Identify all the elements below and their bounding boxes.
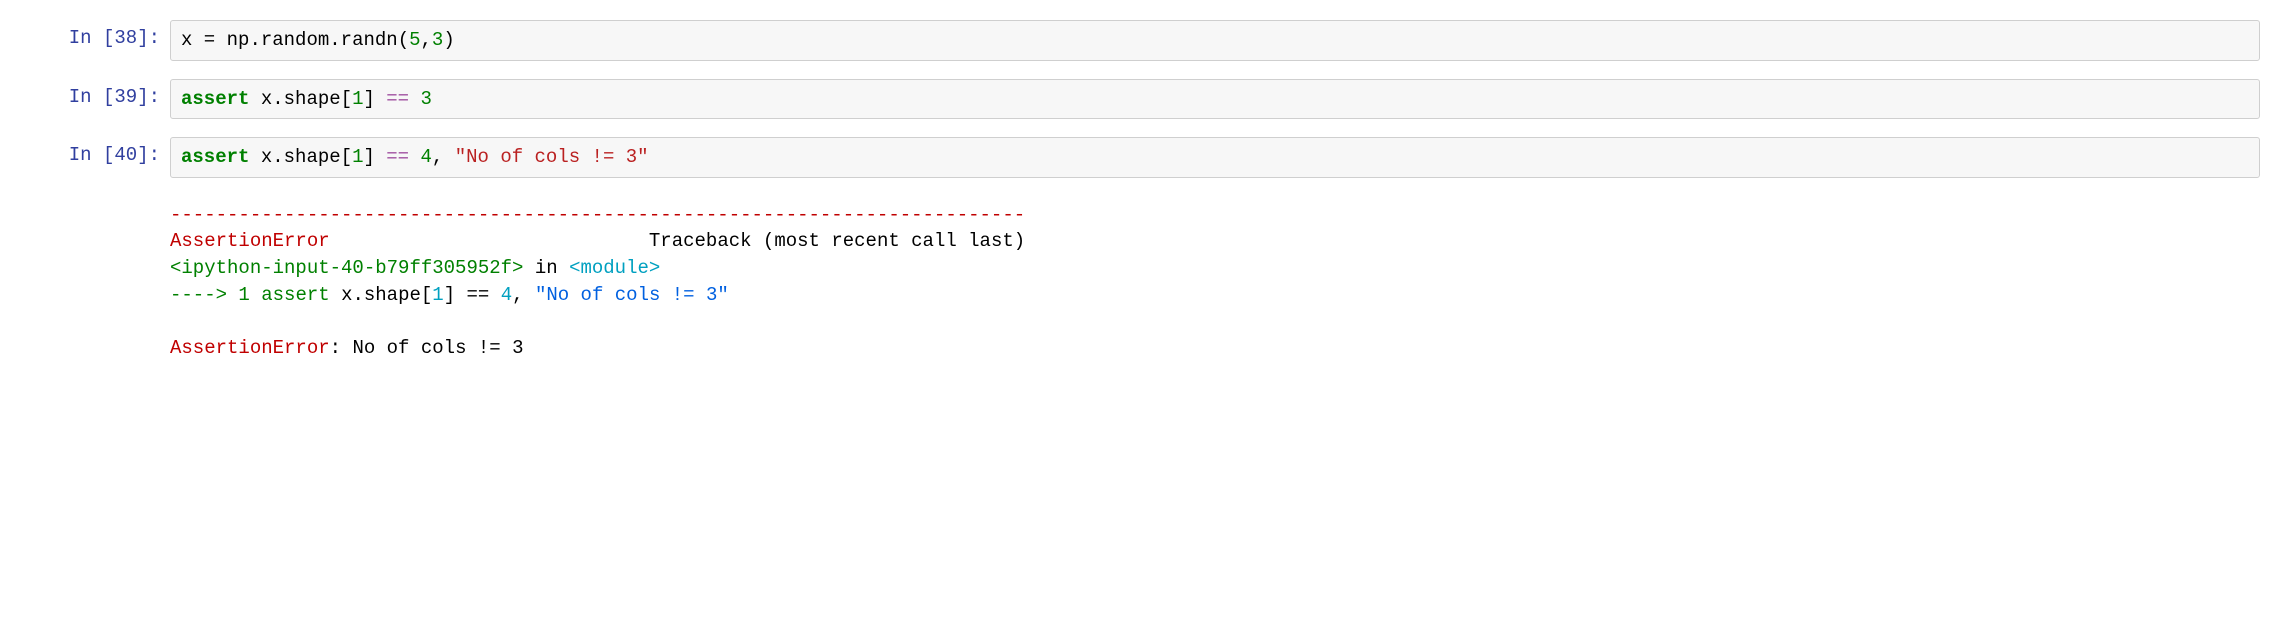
prompt-number: 40 [114, 144, 137, 166]
code-token-lparen: ( [398, 29, 409, 51]
code-token-space [249, 88, 260, 110]
traceback-in-word: in [523, 257, 569, 279]
traceback-attr: shape [364, 284, 421, 306]
output-cell: ----------------------------------------… [30, 196, 2260, 368]
code-token-keyword: assert [181, 146, 249, 168]
code-input[interactable]: assert x.shape[1] == 4, "No of cols != 3… [170, 137, 2260, 178]
code-token-dot: . [272, 88, 283, 110]
traceback-spacing [330, 230, 649, 252]
code-token-number: 4 [421, 146, 432, 168]
code-input[interactable]: assert x.shape[1] == 3 [170, 79, 2260, 120]
traceback-rbracket: ] [444, 284, 455, 306]
code-cell: In [40]: assert x.shape[1] == 4, "No of … [30, 137, 2260, 178]
prompt-in-label: In [69, 86, 103, 108]
traceback-dot: . [352, 284, 363, 306]
code-token-number: 1 [352, 88, 363, 110]
prompt-number: 39 [114, 86, 137, 108]
traceback-space [489, 284, 500, 306]
traceback-comma: , [512, 284, 535, 306]
prompt-number: 38 [114, 27, 137, 49]
traceback-final-message: No of cols != 3 [352, 337, 523, 359]
traceback-index: 1 [432, 284, 443, 306]
code-token-dot: . [329, 29, 340, 51]
code-token-lbracket: [ [341, 88, 352, 110]
prompt-bracket-open: [ [103, 27, 114, 49]
traceback-separator: ----------------------------------------… [170, 204, 1025, 226]
input-prompt: In [39]: [30, 79, 170, 120]
traceback-value: 4 [501, 284, 512, 306]
code-token-number: 1 [352, 146, 363, 168]
prompt-bracket-close: ]: [137, 86, 160, 108]
code-token-rbracket: ] [363, 88, 374, 110]
traceback-space [455, 284, 466, 306]
traceback-output: ----------------------------------------… [170, 196, 2260, 368]
traceback-source-ref: <ipython-input-40-b79ff305952f> [170, 257, 523, 279]
prompt-bracket-open: [ [103, 144, 114, 166]
code-token-var: x [261, 88, 272, 110]
code-token-attr: shape [284, 146, 341, 168]
prompt-bracket-close: ]: [137, 27, 160, 49]
code-token-dot: . [249, 29, 260, 51]
code-token-var: x [261, 146, 272, 168]
code-token-compare: == [386, 146, 409, 168]
code-cell: In [38]: x = np.random.randn(5,3) [30, 20, 2260, 61]
code-token-number: 3 [432, 29, 443, 51]
traceback-module: <module> [569, 257, 660, 279]
code-input[interactable]: x = np.random.randn(5,3) [170, 20, 2260, 61]
code-token-space [375, 88, 386, 110]
code-token-number: 3 [421, 88, 432, 110]
traceback-space [330, 284, 341, 306]
prompt-bracket-open: [ [103, 86, 114, 108]
code-token-lbracket: [ [341, 146, 352, 168]
input-prompt: In [38]: [30, 20, 170, 61]
traceback-arrow: ----> 1 [170, 284, 250, 306]
code-token-comma: , [421, 29, 432, 51]
traceback-final-error: AssertionError [170, 337, 330, 359]
code-token-space [375, 146, 386, 168]
code-token-space [249, 146, 260, 168]
prompt-in-label: In [69, 144, 103, 166]
output-prompt-empty [30, 196, 170, 368]
code-token-keyword: assert [181, 88, 249, 110]
traceback-message-string: "No of cols != 3" [535, 284, 729, 306]
traceback-final-colon: : [330, 337, 353, 359]
traceback-keyword: assert [261, 284, 329, 306]
traceback-var: x [341, 284, 352, 306]
code-cell: In [39]: assert x.shape[1] == 3 [30, 79, 2260, 120]
input-prompt: In [40]: [30, 137, 170, 178]
code-token-var: x [181, 29, 192, 51]
code-token-dot: . [272, 146, 283, 168]
code-token-module: np [227, 29, 250, 51]
code-token-rbracket: ] [363, 146, 374, 168]
code-token-number: 5 [409, 29, 420, 51]
code-token-attr: randn [341, 29, 398, 51]
code-token-comma: , [432, 146, 455, 168]
code-token-attr: random [261, 29, 329, 51]
traceback-header-right: Traceback (most recent call last) [649, 230, 1025, 252]
prompt-bracket-close: ]: [137, 144, 160, 166]
prompt-in-label: In [69, 27, 103, 49]
code-token-compare: == [386, 88, 409, 110]
traceback-space [250, 284, 261, 306]
traceback-compare: == [467, 284, 490, 306]
code-token-space [409, 88, 420, 110]
code-token-assign: = [192, 29, 226, 51]
code-token-rparen: ) [443, 29, 454, 51]
code-token-string: "No of cols != 3" [455, 146, 649, 168]
traceback-lbracket: [ [421, 284, 432, 306]
traceback-error-name: AssertionError [170, 230, 330, 252]
code-token-attr: shape [284, 88, 341, 110]
code-token-space [409, 146, 420, 168]
